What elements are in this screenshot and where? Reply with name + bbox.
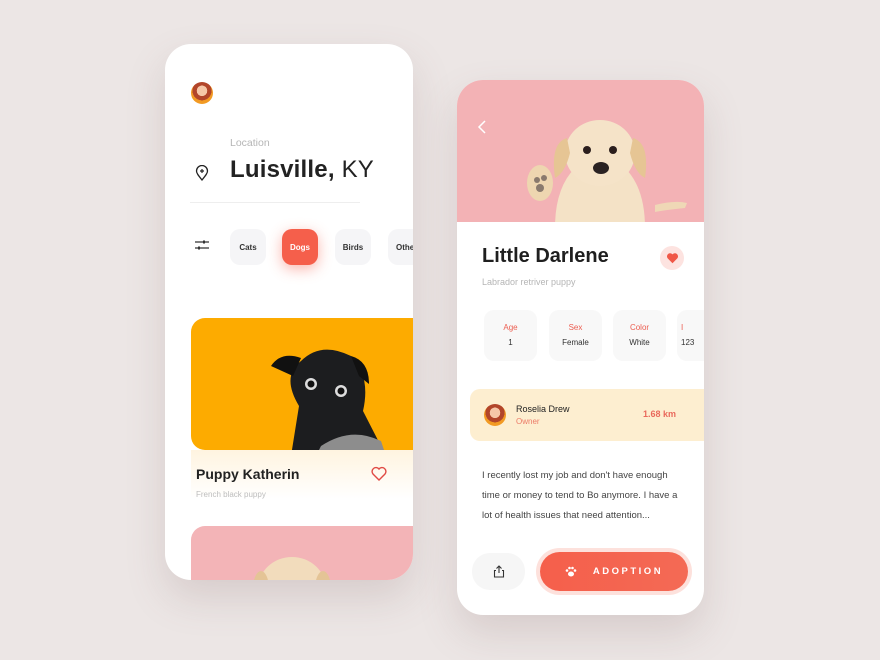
category-cats[interactable]: Cats	[230, 229, 266, 265]
pug-photo	[271, 349, 384, 450]
owner-card[interactable]: Roselia Drew Owner 1.68 km	[470, 389, 704, 441]
location-city[interactable]: Luisville, KY	[230, 156, 374, 184]
pet-detail-screen: Little Darlene Labrador retriver puppy A…	[457, 80, 704, 615]
pet-name: Puppy Katherin	[196, 466, 300, 482]
browse-screen: Location Luisville, KY Cats Dogs Birds O…	[165, 44, 413, 580]
stat-value: 123	[681, 338, 695, 347]
favorite-button[interactable]	[660, 246, 684, 270]
owner-name: Roselia Drew	[516, 404, 570, 414]
category-birds[interactable]: Birds	[335, 229, 371, 265]
pet-name: Little Darlene	[482, 245, 609, 267]
pet-card-next[interactable]	[191, 526, 413, 580]
owner-role: Owner	[516, 417, 540, 426]
location-label: Location	[230, 137, 270, 149]
share-button[interactable]	[472, 553, 525, 590]
pet-description: I recently lost my job and don't have en…	[482, 470, 678, 521]
stat-label: Sex	[568, 323, 583, 332]
stat-value: White	[629, 338, 650, 347]
user-avatar[interactable]	[191, 82, 213, 104]
pet-breed: French black puppy	[196, 490, 266, 499]
favorite-heart-icon[interactable]	[371, 466, 387, 481]
city-name: Luisville,	[230, 156, 335, 183]
pet-card[interactable]: Puppy Katherin French black puppy	[191, 450, 413, 520]
divider	[190, 202, 360, 203]
labrador-photo	[254, 557, 330, 580]
adoption-label: ADOPTION	[592, 566, 664, 577]
stat-sex: Sex Female	[549, 310, 602, 361]
back-icon[interactable]	[477, 120, 487, 134]
stat-value: Female	[562, 338, 589, 347]
pet-hero-image	[457, 80, 704, 222]
labrador-photo	[527, 120, 687, 222]
stat-label: Age	[503, 323, 518, 332]
stat-label: Color	[629, 323, 650, 332]
owner-distance: 1.68 km	[643, 409, 677, 419]
state-name: KY	[334, 156, 374, 183]
owner-avatar	[484, 404, 506, 426]
pet-breed: Labrador retriver puppy	[482, 277, 576, 287]
location-pin-icon	[195, 165, 209, 181]
heart-icon	[666, 253, 678, 264]
filter-icon[interactable]	[195, 240, 209, 250]
category-dogs[interactable]: Dogs	[282, 229, 318, 265]
adoption-button[interactable]: ADOPTION	[540, 552, 688, 591]
stat-id: I 123	[677, 310, 704, 361]
stat-label: I	[681, 323, 684, 332]
share-icon	[493, 565, 504, 578]
paw-icon	[565, 566, 577, 577]
stat-age: Age 1	[484, 310, 537, 361]
pet-card-image[interactable]	[191, 318, 413, 450]
category-other[interactable]: Othe	[388, 229, 413, 265]
stat-value: 1	[508, 338, 513, 347]
stat-color: Color White	[613, 310, 666, 361]
